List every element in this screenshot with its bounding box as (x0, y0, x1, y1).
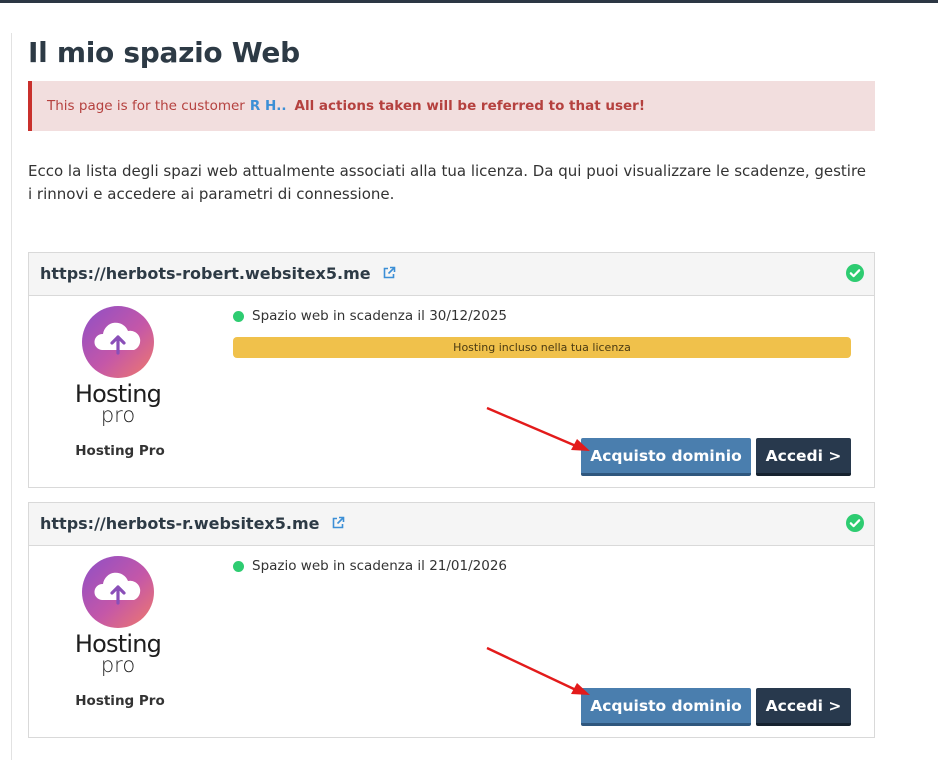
buy-domain-button[interactable]: Acquisto dominio (581, 688, 751, 726)
check-circle-icon (846, 514, 864, 532)
page-title: Il mio spazio Web (28, 36, 300, 69)
webspace-url: https://herbots-robert.websitex5.me (40, 264, 371, 283)
expiry-status: Spazio web in scadenza il 21/01/2026 (233, 558, 507, 574)
product-name: Hosting Pro (75, 443, 165, 459)
cloud-upload-icon (82, 306, 154, 378)
intro-text: Ecco la lista degli spazi web attualment… (28, 162, 867, 203)
webspace-card: https://herbots-robert.websitex5.me Host… (28, 252, 875, 488)
webspace-url-link[interactable]: https://herbots-robert.websitex5.me (40, 264, 396, 283)
card-header: https://herbots-r.websitex5.me (29, 503, 874, 546)
webspace-url: https://herbots-r.websitex5.me (40, 514, 320, 533)
top-bar (0, 0, 938, 3)
external-link-icon[interactable] (331, 516, 345, 530)
annotation-arrow-icon (486, 406, 590, 451)
logo-subword: pro (100, 403, 136, 427)
expiry-text: Spazio web in scadenza il 21/01/2026 (252, 558, 508, 574)
login-button[interactable]: Accedi > (756, 438, 851, 476)
logo-subword: pro (100, 653, 136, 677)
left-divider (11, 33, 12, 760)
product-name: Hosting Pro (75, 693, 165, 709)
expiry-status: Spazio web in scadenza il 30/12/2025 (233, 308, 507, 324)
webspace-url-link[interactable]: https://herbots-r.websitex5.me (40, 514, 345, 533)
external-link-icon[interactable] (382, 266, 396, 280)
alert-warning: All actions taken will be referred to th… (294, 98, 646, 114)
expiry-text: Spazio web in scadenza il 30/12/2025 (252, 308, 508, 324)
login-button[interactable]: Accedi > (756, 688, 851, 726)
alert-prefix: This page is for the customer (47, 98, 245, 114)
annotation-arrow-icon (486, 646, 590, 695)
webspace-card: https://herbots-r.websitex5.me Hosting p… (28, 502, 875, 738)
hosting-included-bar: Hosting incluso nella tua licenza (233, 337, 851, 358)
status-dot-icon (233, 560, 244, 572)
alert-customer-link[interactable]: R H.. (250, 98, 287, 114)
customer-alert: This page is for the customer R H.. All … (28, 81, 875, 131)
cloud-upload-icon (82, 556, 154, 628)
buy-domain-button[interactable]: Acquisto dominio (581, 438, 751, 476)
status-dot-icon (233, 310, 244, 322)
check-circle-icon (846, 264, 864, 282)
card-header: https://herbots-robert.websitex5.me (29, 253, 874, 296)
